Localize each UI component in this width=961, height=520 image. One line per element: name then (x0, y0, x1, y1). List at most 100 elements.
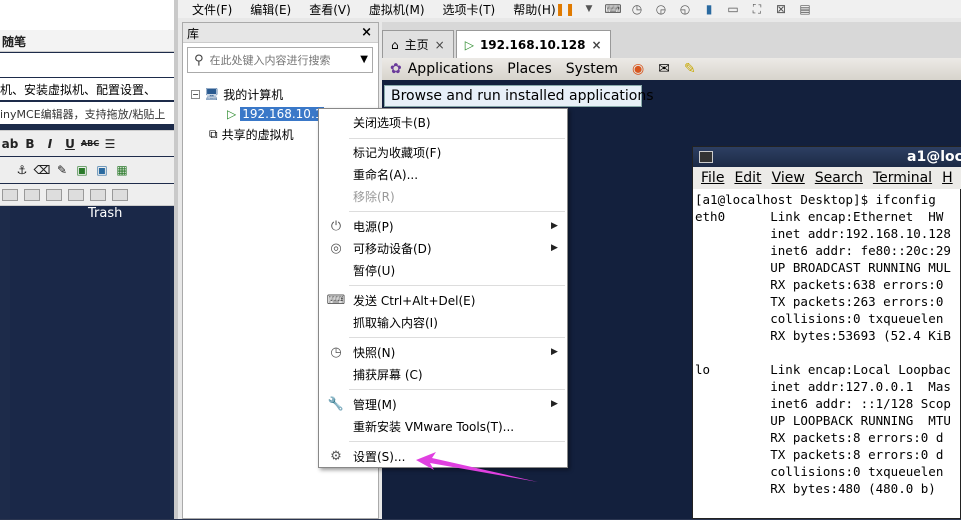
tab-home-close-icon[interactable]: × (435, 38, 445, 52)
vmware-window: 文件(F) 编辑(E) 查看(V) 虚拟机(M) 选项卡(T) 帮助(H) ❚❚… (178, 0, 961, 519)
tree-my-computer-label: 我的计算机 (223, 87, 284, 102)
row-insert-icon[interactable] (68, 188, 84, 201)
term-menu-search[interactable]: Search (815, 170, 863, 186)
term-menu-edit[interactable]: Edit (734, 170, 761, 186)
blog-field[interactable] (0, 53, 178, 77)
collapse-icon[interactable]: − (191, 89, 200, 99)
image-icon[interactable]: ▣ (74, 162, 90, 178)
eraser-icon[interactable]: ⌫ (34, 162, 51, 178)
menu-grab-input[interactable]: 抓取输入内容(I) (319, 311, 567, 333)
firefox-icon[interactable]: ◉ (632, 61, 644, 77)
tree-my-computer[interactable]: − 🖥 我的计算机 (191, 85, 283, 103)
annotation-arrow-icon (416, 452, 538, 482)
revert-icon[interactable]: ◶ (654, 2, 668, 16)
table-icon[interactable] (2, 188, 18, 201)
blog-editor-window: 随笔 机、安装虚拟机、配置设置、 inyMCE编辑器，支持拖放/粘贴上 ab B… (0, 0, 178, 519)
snapshot-manager-icon[interactable]: ◵ (678, 2, 692, 16)
terminal-line: UP BROADCAST RUNNING MUL (695, 260, 951, 275)
menu-edit[interactable]: 编辑(E) (250, 1, 291, 18)
submenu-arrow-icon: ▶ (551, 347, 558, 357)
italic-icon[interactable]: I (42, 136, 58, 152)
table-props-icon[interactable] (24, 188, 40, 201)
menu-pause[interactable]: 暂停(U) (319, 259, 567, 281)
term-menu-file[interactable]: File (701, 170, 724, 186)
menu-close-tab[interactable]: 关闭选项卡(B) (319, 111, 567, 133)
menu-tabs[interactable]: 选项卡(T) (443, 1, 496, 18)
panel-places[interactable]: Places (507, 61, 552, 77)
keyboard-icon: ⌨ (326, 292, 346, 308)
menu-separator (349, 441, 565, 442)
notes-icon[interactable]: ✎ (684, 61, 696, 77)
col-icon[interactable] (90, 188, 106, 201)
library-title: 库 (187, 27, 200, 41)
col-insert-icon[interactable] (112, 188, 128, 201)
term-menu-view[interactable]: View (772, 170, 805, 186)
snapshot-icon: ◷ (330, 344, 342, 360)
panel-system[interactable]: System (566, 61, 618, 77)
submenu-arrow-icon: ▶ (551, 243, 558, 253)
spellcheck-icon[interactable]: ab (2, 136, 19, 152)
menu-send-cad[interactable]: ⌨ 发送 Ctrl+Alt+Del(E) (319, 289, 567, 311)
blog-tags-field[interactable]: 机、安装虚拟机、配置设置、 (0, 78, 178, 100)
menu-snapshot[interactable]: ◷ 快照(N) ▶ (319, 341, 567, 363)
library-close-icon[interactable]: × (361, 25, 372, 40)
anchor-icon[interactable]: ⚓ (14, 162, 30, 178)
media-icon[interactable]: ▦ (114, 162, 130, 178)
picture-icon[interactable]: ▣ (94, 162, 110, 178)
search-icon: ⚲ (194, 52, 204, 68)
library-view-icon[interactable]: ▮ (702, 2, 716, 16)
menu-removable-devices[interactable]: ◎ 可移动设备(D) ▶ (319, 237, 567, 259)
menu-favorite[interactable]: 标记为收藏项(F) (319, 141, 567, 163)
terminal-line: RX packets:638 errors:0 (695, 277, 944, 292)
brush-icon[interactable]: ✎ (54, 162, 70, 178)
tree-shared-vms[interactable]: ⧉ 共享的虚拟机 (209, 125, 294, 143)
menu-file[interactable]: 文件(F) (192, 1, 232, 18)
tab-home[interactable]: ⌂ 主页 × (382, 30, 454, 58)
terminal-output[interactable]: [a1@localhost Desktop]$ ifconfig eth0 Lin… (695, 191, 961, 520)
snapshot-icon[interactable]: ◷ (630, 2, 644, 16)
menu-reinstall-tools[interactable]: 重新安装 VMware Tools(T)... (319, 415, 567, 437)
library-search-input[interactable] (209, 53, 340, 67)
menu-vm[interactable]: 虚拟机(M) (369, 1, 425, 18)
strikethrough-icon[interactable]: ABC (81, 136, 99, 152)
menu-view[interactable]: 查看(V) (309, 1, 351, 18)
unity-icon[interactable]: ⊠ (774, 2, 788, 16)
wrench-icon: 🔧 (327, 396, 345, 412)
search-dropdown-icon[interactable]: ▼ (360, 54, 368, 65)
term-menu-help[interactable]: H (942, 170, 953, 186)
tree-vm-label[interactable]: 192.168.10.1 (240, 107, 325, 121)
underline-icon[interactable]: U (62, 136, 78, 152)
bold-icon[interactable]: B (22, 136, 38, 152)
mail-icon[interactable]: ✉ (658, 61, 670, 77)
list-icon[interactable]: ☰ (102, 136, 118, 152)
trash-label[interactable]: Trash (88, 206, 122, 221)
tab-vm-close-icon[interactable]: × (591, 38, 601, 52)
fullscreen-icon[interactable]: ⛶ (750, 2, 764, 16)
blog-category-title: 随笔 (0, 30, 178, 52)
term-menu-terminal[interactable]: Terminal (873, 170, 932, 186)
panel-applications[interactable]: Applications (408, 61, 494, 77)
row-icon[interactable] (46, 188, 62, 201)
tree-vm-item[interactable]: ▷ 192.168.10.1 (227, 105, 325, 123)
send-keys-icon[interactable]: ⌨ (604, 2, 621, 16)
pause-icon[interactable]: ❚❚ (555, 2, 575, 16)
console-view-icon[interactable]: ▤ (798, 2, 812, 16)
menu-rename[interactable]: 重命名(A)... (319, 163, 567, 185)
library-search-box[interactable]: ⚲ ▼ (187, 47, 373, 73)
thumbnail-icon[interactable]: ▭ (726, 2, 740, 16)
menu-manage[interactable]: 🔧 管理(M) ▶ (319, 393, 567, 415)
vm-running-icon: ▷ (227, 107, 237, 121)
terminal-window[interactable]: a1@loc File Edit View Search Terminal H … (692, 146, 961, 519)
tab-vm[interactable]: ▷ 192.168.10.128 × (455, 30, 611, 58)
terminal-line: RX bytes:480 (480.0 b) (695, 481, 936, 496)
dropdown-icon[interactable]: ▼ (582, 2, 596, 16)
blog-header (0, 0, 178, 30)
computer-icon: 🖥 (204, 87, 220, 101)
power-icon: ⏻ (330, 218, 342, 234)
menu-help[interactable]: 帮助(H) (513, 1, 555, 18)
menu-power[interactable]: ⏻ 电源(P) ▶ (319, 215, 567, 237)
menu-capture-screen[interactable]: 捕获屏幕 (C) (319, 363, 567, 385)
terminal-titlebar[interactable]: a1@loc (693, 147, 961, 167)
blog-editor-hint: inyMCE编辑器，支持拖放/粘贴上 (0, 102, 178, 124)
gnome-foot-icon[interactable]: ✿ (390, 61, 402, 77)
